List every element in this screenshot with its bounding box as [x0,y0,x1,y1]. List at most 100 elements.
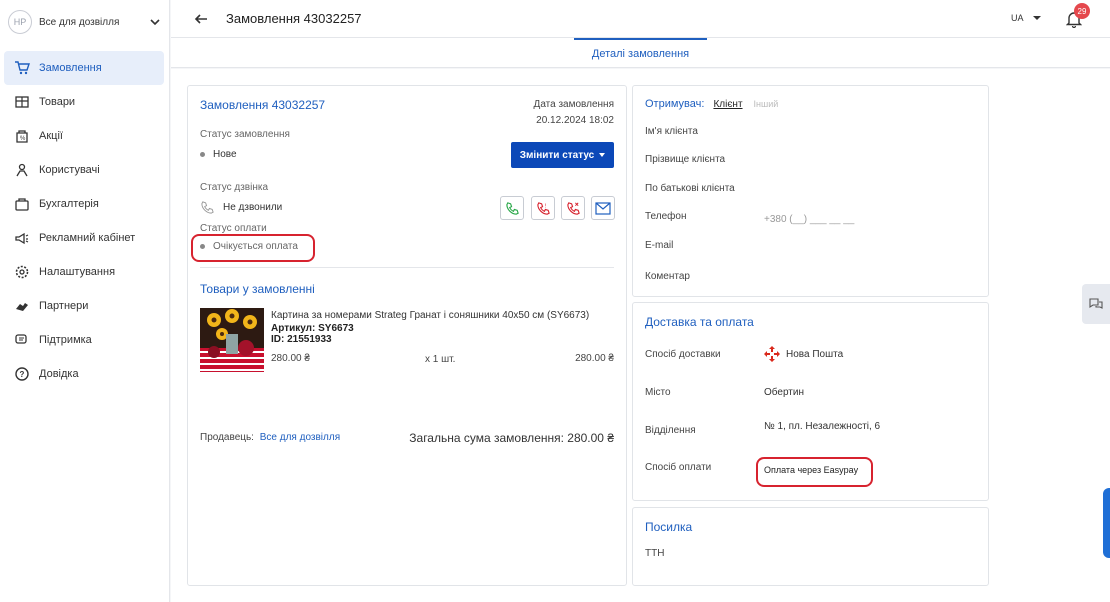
sidebar-item-accounting[interactable]: Бухгалтерія [4,187,164,221]
handshake-icon [14,298,30,314]
phone-label: Телефон [645,211,687,222]
parcel-card: Посилка ТТН [632,507,989,586]
help-icon: ? [14,366,30,382]
delivery-method: Нова Пошта [764,346,843,362]
email-button[interactable] [591,196,615,220]
svg-text:?: ? [20,370,25,379]
nova-poshta-logo-icon [764,346,780,362]
sidebar: НР Все для дозвілля Замовлення Товари % … [0,0,170,602]
call-status-label: Статус дзвінка [200,182,269,193]
branch-label: Відділення [645,425,696,436]
sidebar-item-promotions[interactable]: % Акції [4,119,164,153]
last-name-label: Прізвище клієнта [645,154,726,165]
sidebar-item-label: Довідка [39,368,79,380]
gear-icon [14,264,30,280]
tab-other[interactable]: Інший [754,99,779,109]
delivery-method-value: Нова Пошта [786,348,844,360]
language-selector[interactable]: UA [1011,13,1041,23]
notification-badge: 29 [1074,3,1090,19]
product-name[interactable]: Картина за номерами Strateg Гранат і сон… [271,310,616,321]
accounting-icon [14,196,30,212]
shop-selector[interactable]: НР Все для дозвілля [8,8,162,36]
order-status-label: Статус замовлення [200,129,290,140]
recipient-header: Отримувач: Клієнт Інший [645,98,778,110]
shop-name: Все для дозвілля [39,16,120,28]
envelope-icon [595,201,611,215]
divider [200,267,614,268]
order-status-value: Нове [213,149,237,160]
tab-client[interactable]: Клієнт [713,99,742,110]
payment-status-label: Статус оплати [200,223,267,234]
tab-order-details[interactable]: Деталі замовлення [574,38,707,68]
missed-call-button[interactable]: ! [531,196,555,220]
delivery-method-label: Спосіб доставки [645,349,721,360]
order-date-label: Дата замовлення [533,99,614,110]
shop-avatar: НР [8,10,32,34]
payment-method-highlight [756,457,873,487]
promo-icon: % [14,128,30,144]
feedback-tab[interactable] [1082,284,1110,324]
phone-icon [505,201,519,215]
sidebar-item-products[interactable]: Товари [4,85,164,119]
change-status-label: Змінити статус [519,149,595,161]
sidebar-item-help[interactable]: ? Довідка [4,357,164,391]
sidebar-item-ad-cabinet[interactable]: Рекламний кабінет [4,221,164,255]
sidebar-item-settings[interactable]: Налаштування [4,255,164,289]
sidebar-item-partners[interactable]: Партнери [4,289,164,323]
sidebar-item-users[interactable]: Користувачі [4,153,164,187]
sidebar-item-label: Замовлення [39,62,102,74]
sidebar-item-label: Акції [39,130,63,142]
sidebar-item-label: Партнери [39,300,89,312]
sidebar-item-support[interactable]: Підтримка [4,323,164,357]
call-button[interactable] [500,196,524,220]
ttn-label: ТТН [645,548,665,559]
users-icon [14,162,30,178]
order-status: Нове [200,149,237,160]
recipient-title: Отримувач: [645,98,705,110]
call-status: Не дзвонили [200,200,282,215]
branch-value: № 1, пл. Незалежності, 6 [764,421,881,432]
side-widget-handle[interactable] [1103,488,1110,558]
sidebar-item-label: Рекламний кабінет [39,232,136,244]
product-thumbnail[interactable] [200,308,264,372]
svg-text:!: ! [544,203,546,209]
phone-declined-icon [566,201,580,215]
payment-status-highlight [191,234,315,262]
change-status-button[interactable]: Змінити статус [511,142,614,168]
product-price: 280.00 ₴ [271,353,310,364]
delivery-title: Доставка та оплата [645,315,754,329]
chat-icon [14,332,30,348]
call-status-value: Не дзвонили [223,202,283,213]
chat-bubbles-icon [1089,298,1103,309]
megaphone-icon [14,230,30,246]
product-id: ID: 21551933 [271,334,332,345]
email-label: E-mail [645,240,674,251]
order-title: Замовлення 43032257 [200,98,326,112]
phone-outline-icon [201,201,214,214]
declined-call-button[interactable] [561,196,585,220]
middle-name-label: По батькові клієнта [645,183,735,194]
first-name-label: Ім'я клієнта [645,126,698,137]
status-dot [200,151,205,157]
phone-input[interactable]: +380 (__) ___ __ __ [764,214,854,225]
delivery-card: Доставка та оплата Спосіб доставки Нова … [632,302,989,501]
sidebar-nav: Замовлення Товари % Акції Користувачі Бу… [4,51,164,391]
language-label: UA [1011,13,1024,23]
seller-label: Продавець: [200,432,254,443]
page-title: Замовлення 43032257 [226,11,362,26]
seller-link[interactable]: Все для дозвілля [260,432,340,443]
city-value: Обертин [764,387,804,398]
svg-text:%: % [20,136,26,142]
back-arrow-icon[interactable] [193,11,209,27]
comment-label: Коментар [645,271,690,282]
parcel-title: Посилка [645,520,693,534]
sidebar-item-label: Підтримка [39,334,92,346]
caret-down-icon [599,153,606,157]
phone-missed-icon: ! [536,201,550,215]
order-date-value: 20.12.2024 18:02 [536,115,614,126]
seller: Продавець: Все для дозвілля [200,432,340,443]
order-card: Замовлення 43032257 Дата замовлення 20.1… [187,85,627,586]
sidebar-item-orders[interactable]: Замовлення [4,51,164,85]
products-icon [14,94,30,110]
sidebar-item-label: Користувачі [39,164,100,176]
